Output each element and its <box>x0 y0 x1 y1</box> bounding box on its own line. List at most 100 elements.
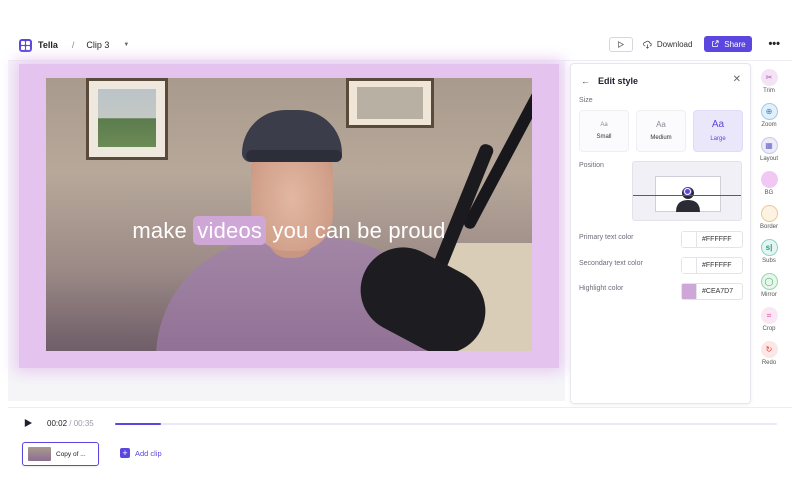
app-name[interactable]: Tella <box>38 40 58 50</box>
highlight-color-value: #CEA7D7 <box>702 288 734 295</box>
size-small-option[interactable]: Aa Small <box>579 110 629 152</box>
tool-mirror-label: Mirror <box>761 292 777 298</box>
zoom-icon: ⊕ <box>760 103 778 120</box>
cloud-download-icon <box>643 40 652 49</box>
current-time: 00:02 <box>47 419 68 428</box>
tool-mirror[interactable]: ◯ Mirror <box>756 273 782 307</box>
close-icon[interactable]: ✕ <box>733 74 741 85</box>
tool-border[interactable]: Border <box>756 205 782 239</box>
clip-card-label: Copy of ... <box>56 450 86 458</box>
more-options-icon[interactable]: ••• <box>768 38 780 50</box>
tool-bg-label: BG <box>764 190 774 196</box>
mic-arm-upper <box>461 78 532 231</box>
secondary-color-swatch[interactable] <box>682 258 697 273</box>
canvas-stage: make videos you can be proud <box>8 61 565 401</box>
size-large-option[interactable]: Aa Large <box>693 110 743 152</box>
subtitle-highlight-word: videos <box>193 216 267 245</box>
plus-icon: + <box>120 448 130 458</box>
play-icon[interactable] <box>24 419 32 427</box>
total-time: / 00:35 <box>67 419 94 428</box>
size-large-glyph: Aa <box>711 119 725 130</box>
size-medium-glyph: Aa <box>656 120 666 129</box>
size-medium-label: Medium <box>650 135 672 141</box>
breadcrumb-separator: / <box>71 40 75 50</box>
tool-rail: ✂ Trim ⊕ Zoom ▦ Layout BG Border s| Subs… <box>756 63 782 373</box>
layout-icon: ▦ <box>760 137 778 154</box>
preview-button[interactable] <box>608 36 633 52</box>
back-arrow-icon[interactable]: ← <box>581 76 590 86</box>
clip-name[interactable]: Clip 3 <box>86 40 109 50</box>
clip-thumbnail <box>28 447 51 461</box>
size-small-glyph: Aa <box>600 122 608 128</box>
subtitle-caption[interactable]: make videos you can be proud <box>46 216 532 245</box>
wall-frame-right <box>346 78 434 128</box>
download-button[interactable]: Download <box>643 39 693 49</box>
size-large-label: Large <box>710 136 726 142</box>
presenter-cap-brim <box>246 150 342 162</box>
tool-redo-label: Redo <box>761 360 777 366</box>
tool-zoom[interactable]: ⊕ Zoom <box>756 103 782 137</box>
tool-subs[interactable]: s| Subs <box>756 239 782 273</box>
secondary-color-value: #FFFFFF <box>702 262 732 269</box>
clip-card[interactable]: Copy of ... <box>22 442 99 466</box>
crop-icon: ⌗ <box>760 307 778 324</box>
tool-layout[interactable]: ▦ Layout <box>756 137 782 171</box>
add-clip-label: Add clip <box>135 448 162 458</box>
primary-color-label: Primary text color <box>579 234 634 241</box>
tool-crop-label: Crop <box>762 326 776 332</box>
subtitles-icon: s| <box>760 239 778 256</box>
secondary-color-label: Secondary text color <box>579 260 643 267</box>
top-bar: Tella / Clip 3 ▼ Download Share ••• <box>8 30 792 60</box>
tool-zoom-label: Zoom <box>761 122 777 128</box>
add-clip-button[interactable]: + Add clip <box>120 448 162 458</box>
time-display: 00:02 / 00:35 <box>47 419 94 428</box>
primary-color-field[interactable]: #FFFFFF <box>681 231 743 248</box>
tool-redo[interactable]: ↻ Redo <box>756 341 782 375</box>
position-picker[interactable] <box>632 161 742 221</box>
play-icon <box>618 40 625 48</box>
redo-icon: ↻ <box>760 341 778 358</box>
chevron-down-icon[interactable]: ▼ <box>123 42 129 48</box>
tool-crop[interactable]: ⌗ Crop <box>756 307 782 341</box>
highlight-color-label: Highlight color <box>579 285 624 292</box>
position-label: Position <box>579 162 604 169</box>
background-icon <box>760 171 778 188</box>
download-label: Download <box>656 39 693 49</box>
mirror-icon: ◯ <box>760 273 778 290</box>
share-label: Share <box>724 39 746 49</box>
timeline-scrubber[interactable] <box>115 423 777 425</box>
tool-layout-label: Layout <box>759 156 778 162</box>
tool-trim[interactable]: ✂ Trim <box>756 69 782 103</box>
position-guide-line <box>633 195 741 196</box>
border-icon <box>760 205 778 222</box>
trim-icon: ✂ <box>760 69 778 86</box>
panel-header: ← Edit style ✕ <box>581 74 741 88</box>
share-button[interactable]: Share <box>704 36 753 52</box>
size-label: Size <box>579 97 593 104</box>
panel-title: Edit style <box>598 76 639 86</box>
primary-color-swatch[interactable] <box>682 232 697 247</box>
tool-bg[interactable]: BG <box>756 171 782 205</box>
timeline-progress <box>115 423 162 425</box>
highlight-color-swatch[interactable] <box>682 284 697 299</box>
share-icon <box>712 40 719 47</box>
secondary-color-field[interactable]: #FFFFFF <box>681 257 743 274</box>
primary-color-value: #FFFFFF <box>702 236 732 243</box>
edit-style-panel: ← Edit style ✕ Size Aa Small Aa Medium A… <box>570 63 751 404</box>
tool-border-label: Border <box>759 224 778 230</box>
top-actions: Download Share ••• <box>608 36 780 52</box>
editor-app: Tella / Clip 3 ▼ Download Share ••• make… <box>0 0 800 500</box>
subtitle-text-after: you can be proud <box>266 218 446 243</box>
size-medium-option[interactable]: Aa Medium <box>636 110 686 152</box>
video-preview[interactable]: make videos you can be proud <box>46 78 532 351</box>
clip-strip: Copy of ... + Add clip <box>8 441 792 471</box>
position-handle[interactable] <box>684 188 691 195</box>
size-small-label: Small <box>596 134 612 140</box>
subtitle-text-before: make <box>132 218 194 243</box>
highlight-color-field[interactable]: #CEA7D7 <box>681 283 743 300</box>
wall-frame-left <box>86 78 168 160</box>
tool-subs-label: Subs <box>762 258 776 264</box>
tella-logo-icon[interactable] <box>19 38 32 52</box>
size-options: Aa Small Aa Medium Aa Large <box>579 110 743 152</box>
player-controls: 00:02 / 00:35 <box>8 405 792 440</box>
